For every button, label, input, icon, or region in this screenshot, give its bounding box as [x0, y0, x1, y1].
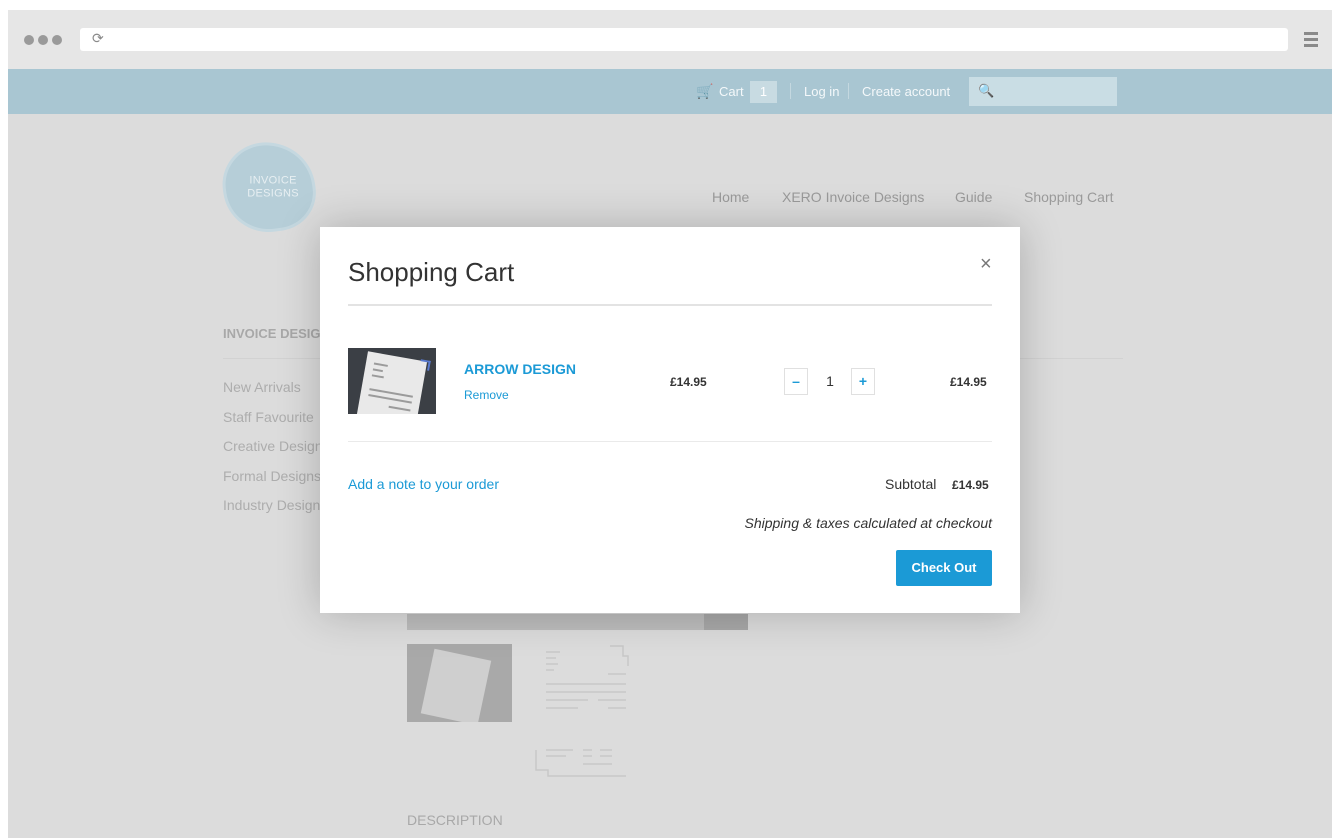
nav-shopping-cart[interactable]: Shopping Cart: [1024, 189, 1114, 205]
window-controls: [24, 35, 62, 45]
cart-icon[interactable]: 🛒: [696, 83, 713, 100]
logo-text: INVOICE DESIGNS: [238, 174, 308, 200]
subtotal-value: £14.95: [952, 478, 989, 492]
description-heading: DESCRIPTION: [407, 812, 503, 828]
divider: [348, 304, 992, 306]
divider: [848, 83, 849, 99]
search-icon: 🔍: [978, 83, 995, 98]
browser-chrome: ⟳: [8, 10, 1332, 69]
sidebar-item-creative-designs[interactable]: Creative Design: [223, 438, 323, 454]
subtotal-label: Subtotal: [885, 476, 937, 492]
modal-title: Shopping Cart: [348, 257, 515, 287]
product-image-bottom: [407, 614, 748, 630]
add-order-note-link[interactable]: Add a note to your order: [348, 476, 499, 492]
sidebar-item-new-arrivals[interactable]: New Arrivals: [223, 379, 301, 395]
product-thumbnail[interactable]: [528, 742, 628, 782]
divider: [790, 83, 791, 99]
nav-home[interactable]: Home: [712, 189, 749, 205]
window-dot-icon[interactable]: [38, 35, 48, 45]
address-bar[interactable]: ⟳: [80, 28, 1288, 51]
product-thumbnail[interactable]: [528, 644, 633, 724]
cart-item-image[interactable]: [348, 348, 436, 414]
cart-item-price: £14.95: [670, 375, 707, 389]
store-topbar: 🛒 Cart 1 Log in Create account 🔍: [8, 69, 1332, 114]
site-logo[interactable]: INVOICE DESIGNS: [217, 136, 321, 238]
quantity-value[interactable]: 1: [823, 373, 837, 389]
cart-link[interactable]: Cart: [719, 84, 744, 99]
shipping-note: Shipping & taxes calculated at checkout: [744, 515, 993, 531]
hamburger-menu-icon[interactable]: [1304, 32, 1318, 48]
nav-guide[interactable]: Guide: [955, 189, 992, 205]
create-account-link[interactable]: Create account: [862, 84, 950, 99]
close-icon[interactable]: ×: [980, 253, 992, 276]
remove-item-link[interactable]: Remove: [464, 388, 509, 402]
logo-line-2: DESIGNS: [247, 187, 299, 200]
nav-xero-invoice-designs[interactable]: XERO Invoice Designs: [782, 189, 924, 205]
search-input[interactable]: 🔍: [969, 77, 1117, 106]
product-image-edge: [704, 614, 748, 630]
cart-item-name[interactable]: ARROW DESIGN: [464, 361, 576, 377]
quantity-decrease-button[interactable]: –: [784, 368, 808, 395]
logo-line-1: INVOICE: [249, 174, 297, 187]
sidebar-heading: INVOICE DESIG: [223, 326, 321, 341]
sidebar-item-formal-designs[interactable]: Formal Designs: [223, 468, 321, 484]
cart-count-badge[interactable]: 1: [750, 81, 777, 103]
checkout-button[interactable]: Check Out: [896, 550, 992, 586]
login-link[interactable]: Log in: [804, 84, 839, 99]
reload-icon[interactable]: ⟳: [92, 30, 104, 47]
window-dot-icon[interactable]: [24, 35, 34, 45]
quantity-increase-button[interactable]: +: [851, 368, 875, 395]
cart-item-line-total: £14.95: [950, 375, 987, 389]
shopping-cart-modal: Shopping Cart × ARROW DESIGN Remove £14.…: [320, 227, 1020, 613]
product-thumbnail[interactable]: [407, 644, 512, 722]
divider: [348, 441, 992, 442]
sidebar-item-industry-designs[interactable]: Industry Design: [223, 497, 320, 513]
window-dot-icon[interactable]: [52, 35, 62, 45]
sidebar-item-staff-favourites[interactable]: Staff Favourite: [223, 409, 314, 425]
